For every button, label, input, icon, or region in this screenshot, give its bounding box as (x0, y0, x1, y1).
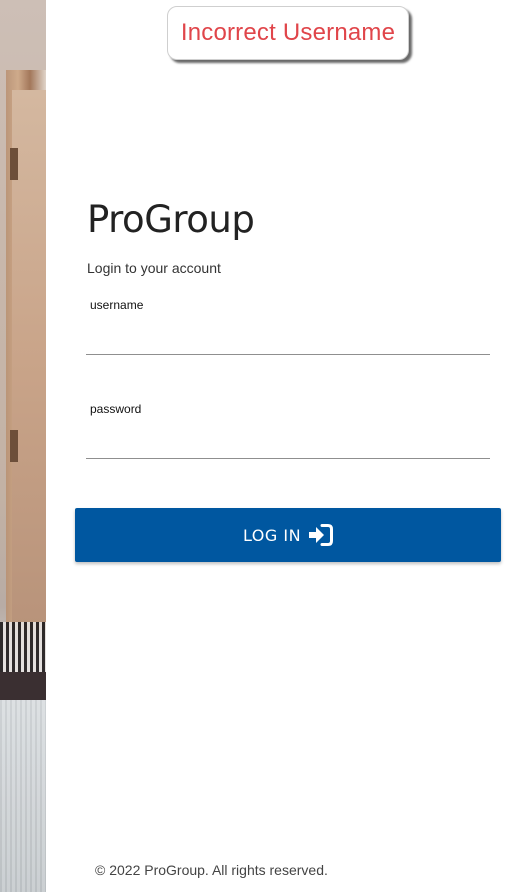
password-label: password (90, 402, 142, 416)
username-label: username (90, 298, 144, 312)
bed-sheet-image (0, 700, 46, 892)
username-input[interactable] (86, 325, 490, 355)
login-button-label: LOG IN (242, 525, 302, 545)
footer-copyright: © 2022 ProGroup. All rights reserved. (95, 862, 328, 878)
error-toast-message: Incorrect Username (180, 19, 396, 46)
hinge-image (10, 430, 18, 462)
sign-in-icon (307, 524, 334, 546)
hinge-image (10, 148, 18, 180)
password-input[interactable] (86, 429, 490, 459)
login-subtitle: Login to your account (87, 260, 221, 276)
background-photo (0, 0, 46, 892)
login-button[interactable]: LOG IN (75, 508, 501, 562)
error-toast[interactable]: Incorrect Username (167, 6, 409, 60)
brand-title: ProGroup (87, 198, 255, 241)
login-page: Incorrect Username ProGroup Login to you… (0, 0, 531, 892)
blanket-image (0, 672, 46, 700)
